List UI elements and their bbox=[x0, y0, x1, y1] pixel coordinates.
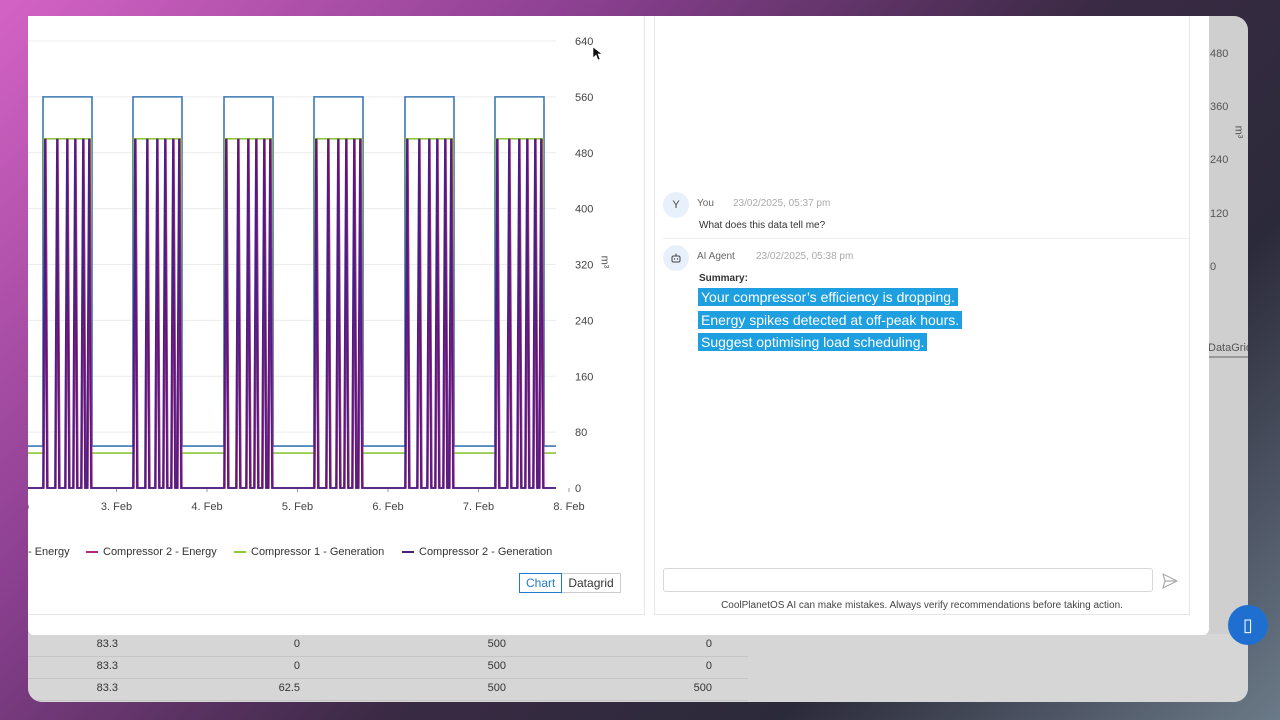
bg-datagrid-tab[interactable]: DataGrid bbox=[1208, 342, 1248, 358]
legend-swatch bbox=[402, 551, 414, 553]
y-tick-label: 80 bbox=[575, 427, 587, 439]
legend-label: - Energy bbox=[28, 546, 70, 558]
table-cell: 500 bbox=[693, 682, 712, 694]
series-line-compressor2-generation bbox=[28, 138, 556, 489]
x-tick-label: 4. Feb bbox=[191, 501, 222, 513]
y-tick-label: 560 bbox=[575, 92, 593, 104]
ai-insights-modal: 0 80 160 240 320 400 480 560 640 b 3. Feb 4. Feb 5. … bbox=[28, 16, 1209, 635]
table-cell: 62.5 bbox=[278, 682, 300, 694]
bg-axis-tick: 240 bbox=[1210, 154, 1229, 166]
y-tick-label: 0 bbox=[575, 483, 581, 495]
message-text: What does this data tell me? bbox=[699, 220, 826, 231]
table-row: 83.3 62.5 500 500 bbox=[28, 678, 748, 701]
legend-label: Compressor 1 - Generation bbox=[251, 546, 385, 558]
legend-label: Compressor 2 - Generation bbox=[419, 546, 553, 558]
send-button[interactable] bbox=[1159, 570, 1181, 592]
series-line-compressor2-energy bbox=[28, 138, 556, 489]
x-tick-label: b bbox=[28, 501, 29, 513]
table-cell: 500 bbox=[487, 638, 506, 650]
ai-disclaimer: CoolPlanetOS AI can make mistakes. Alway… bbox=[721, 600, 1123, 611]
y-tick-label: 240 bbox=[575, 315, 593, 327]
series-line-energy bbox=[28, 96, 556, 447]
chart-view-button[interactable]: Chart bbox=[519, 573, 563, 593]
message-divider bbox=[663, 238, 1189, 239]
chart-legend: - Energy Compressor 2 - Energy Compresso… bbox=[28, 546, 644, 562]
x-tick-label: 5. Feb bbox=[282, 501, 313, 513]
table-row: 83.3 0 500 0 bbox=[28, 634, 748, 657]
y-tick-label: 160 bbox=[575, 371, 593, 383]
summary-highlight: Suggest optimising load scheduling. bbox=[698, 333, 928, 351]
legend-item[interactable]: - Energy bbox=[28, 546, 70, 558]
table-cell: 83.3 bbox=[96, 638, 118, 650]
summary-label: Summary: bbox=[699, 273, 748, 284]
bg-axis-tick: 360 bbox=[1210, 101, 1229, 113]
table-cell: 83.3 bbox=[96, 682, 118, 694]
y-axis-unit: m³ bbox=[598, 255, 611, 269]
y-tick-label: 320 bbox=[575, 260, 593, 272]
line-chart: 0 80 160 240 320 400 480 560 640 b 3. Feb 4. Feb 5. … bbox=[28, 36, 593, 513]
bg-axis-unit: m³ bbox=[1232, 125, 1245, 139]
legend-item[interactable]: Compressor 1 - Generation bbox=[234, 546, 384, 558]
mouse-cursor-icon bbox=[593, 47, 603, 61]
y-tick-label: 640 bbox=[575, 36, 593, 48]
summary-highlight: Your compressor’s efficiency is dropping… bbox=[698, 288, 958, 306]
legend-label: Compressor 2 - Energy bbox=[103, 546, 217, 558]
table-cell: 83.3 bbox=[96, 660, 118, 672]
avatar: Y bbox=[663, 192, 689, 218]
chat-launcher-button[interactable]: ▯ bbox=[1228, 605, 1268, 645]
message-author: You bbox=[697, 198, 714, 209]
table-cell: 0 bbox=[293, 638, 300, 650]
legend-swatch bbox=[86, 551, 98, 553]
x-tick-label: 8. Feb bbox=[553, 501, 584, 513]
bg-axis-tick: 480 bbox=[1210, 48, 1229, 60]
chat-icon: ▯ bbox=[1243, 614, 1253, 635]
table-cell: 0 bbox=[705, 660, 712, 672]
bg-axis-tick: 120 bbox=[1210, 208, 1229, 220]
message-timestamp: 23/02/2025, 05:38 pm bbox=[756, 251, 854, 262]
x-tick-label: 6. Feb bbox=[372, 501, 403, 513]
y-tick-label: 400 bbox=[575, 204, 593, 216]
chat-input[interactable] bbox=[663, 568, 1153, 592]
view-toggle: Chart Datagrid bbox=[519, 573, 621, 593]
legend-item[interactable]: Compressor 2 - Energy bbox=[86, 546, 217, 558]
datagrid-view-button[interactable]: Datagrid bbox=[562, 573, 621, 593]
bg-data-table: 83.3 0 500 0 83.3 0 500 0 83.3 62.5 500 … bbox=[28, 634, 1248, 702]
legend-swatch bbox=[234, 551, 246, 553]
table-cell: 500 bbox=[487, 682, 506, 694]
message-timestamp: 23/02/2025, 05:37 pm bbox=[733, 198, 831, 209]
robot-icon bbox=[663, 245, 689, 271]
table-row: 83.3 0 500 0 bbox=[28, 656, 748, 679]
bg-axis-tick: 0 bbox=[1210, 261, 1217, 273]
x-tick-label: 3. Feb bbox=[101, 501, 132, 513]
chart-panel: 0 80 160 240 320 400 480 560 640 b 3. Feb 4. Feb 5. … bbox=[28, 16, 645, 615]
series-line-compressor1-generation bbox=[28, 137, 556, 454]
y-tick-label: 480 bbox=[575, 148, 593, 160]
table-cell: 0 bbox=[705, 638, 712, 650]
table-cell: 0 bbox=[293, 660, 300, 672]
legend-item[interactable]: Compressor 2 - Generation bbox=[402, 546, 552, 558]
x-tick-label: 7. Feb bbox=[463, 501, 494, 513]
message-author: AI Agent bbox=[697, 251, 735, 262]
chat-panel: Y You 23/02/2025, 05:37 pm What does thi… bbox=[654, 16, 1190, 615]
summary-highlight: Energy spikes detected at off-peak hours… bbox=[698, 311, 963, 329]
table-cell: 500 bbox=[487, 660, 506, 672]
send-icon bbox=[1162, 573, 1178, 589]
